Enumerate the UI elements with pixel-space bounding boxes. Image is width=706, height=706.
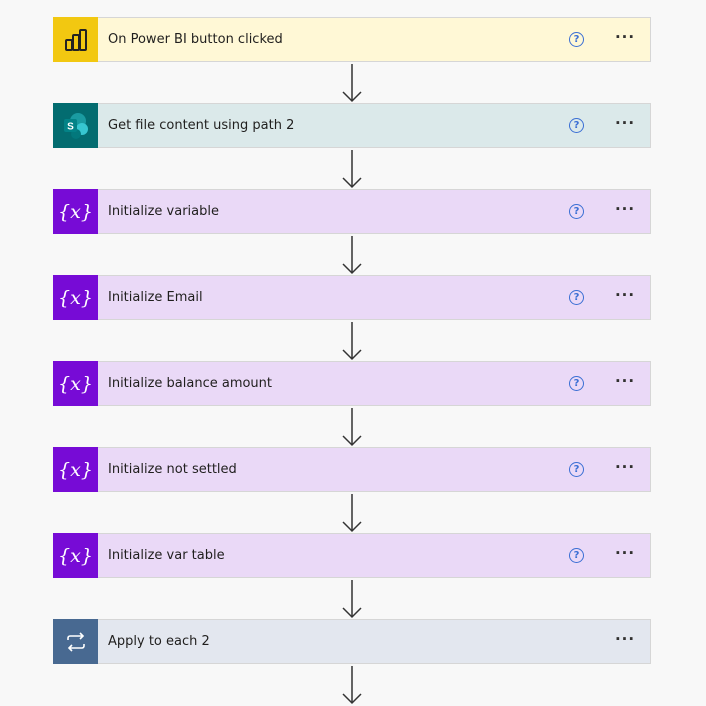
step-label: Initialize variable xyxy=(108,204,219,219)
help-icon[interactable]: ? xyxy=(569,462,584,477)
step-on-power-bi-button-clicked[interactable]: On Power BI button clicked ? ··· xyxy=(53,17,651,62)
connector-arrow xyxy=(342,494,362,533)
help-icon[interactable]: ? xyxy=(569,290,584,305)
variable-icon: {x} xyxy=(53,189,98,234)
more-options-button[interactable]: ··· xyxy=(610,459,640,478)
step-initialize-email[interactable]: {x} Initialize Email ? ··· xyxy=(53,275,651,320)
variable-icon: {x} xyxy=(53,533,98,578)
help-icon[interactable]: ? xyxy=(569,32,584,47)
step-label: Initialize not settled xyxy=(108,462,237,477)
step-label: Initialize var table xyxy=(108,548,225,563)
step-label: Get file content using path 2 xyxy=(108,118,295,133)
step-label: On Power BI button clicked xyxy=(108,32,283,47)
step-get-file-content[interactable]: S Get file content using path 2 ? ··· xyxy=(53,103,651,148)
help-icon[interactable]: ? xyxy=(569,548,584,563)
step-label: Initialize balance amount xyxy=(108,376,273,391)
connector-arrow xyxy=(342,322,362,361)
more-options-button[interactable]: ··· xyxy=(610,631,640,650)
connector-arrow xyxy=(342,580,362,619)
more-options-button[interactable]: ··· xyxy=(610,545,640,564)
power-bi-icon xyxy=(53,17,98,62)
help-icon[interactable]: ? xyxy=(569,118,584,133)
step-initialize-variable[interactable]: {x} Initialize variable ? ··· xyxy=(53,189,651,234)
step-initialize-not-settled[interactable]: {x} Initialize not settled ? ··· xyxy=(53,447,651,492)
help-icon[interactable]: ? xyxy=(569,204,584,219)
connector-arrow xyxy=(342,666,362,705)
step-initialize-balance-amount[interactable]: {x} Initialize balance amount ? ··· xyxy=(53,361,651,406)
svg-text:S: S xyxy=(67,121,74,132)
connector-arrow xyxy=(342,64,362,103)
connector-arrow xyxy=(342,236,362,275)
step-initialize-var-table[interactable]: {x} Initialize var table ? ··· xyxy=(53,533,651,578)
more-options-button[interactable]: ··· xyxy=(610,287,640,306)
step-label: Initialize Email xyxy=(108,290,203,305)
more-options-button[interactable]: ··· xyxy=(610,29,640,48)
more-options-button[interactable]: ··· xyxy=(610,115,640,134)
variable-icon: {x} xyxy=(53,361,98,406)
connector-arrow xyxy=(342,150,362,189)
loop-icon xyxy=(53,619,98,664)
more-options-button[interactable]: ··· xyxy=(610,201,640,220)
step-label: Apply to each 2 xyxy=(108,634,210,649)
connector-arrow xyxy=(342,408,362,447)
help-icon[interactable]: ? xyxy=(569,376,584,391)
variable-icon: {x} xyxy=(53,275,98,320)
step-apply-to-each[interactable]: Apply to each 2 ··· xyxy=(53,619,651,664)
variable-icon: {x} xyxy=(53,447,98,492)
sharepoint-icon: S xyxy=(53,103,98,148)
more-options-button[interactable]: ··· xyxy=(610,373,640,392)
